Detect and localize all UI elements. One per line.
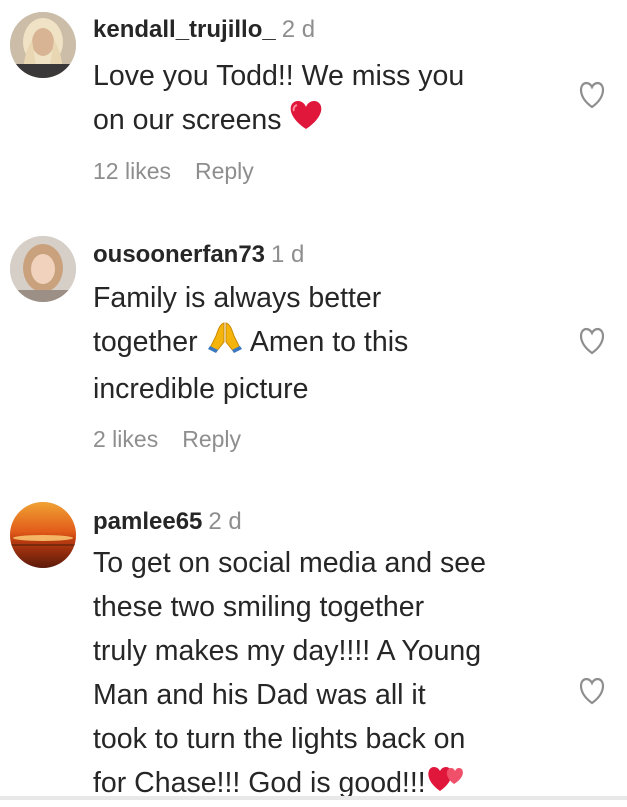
bottom-divider: [0, 796, 627, 800]
comment-header: kendall_trujillo_ 2 d: [93, 16, 315, 44]
comment-line: truly makes my day!!!! A Young: [93, 635, 482, 667]
likes-count[interactable]: 12 likes: [93, 158, 171, 184]
comment-line: Love you Todd!! We miss you: [93, 60, 465, 92]
comment-line: Family is always better: [93, 282, 382, 314]
comment-line: incredible picture: [93, 373, 309, 405]
username[interactable]: kendall_trujillo_: [93, 16, 276, 43]
username[interactable]: pamlee65: [93, 508, 202, 535]
comment-actions: 2 likes Reply: [93, 426, 241, 453]
like-heart-icon[interactable]: [576, 326, 608, 356]
comment-header: pamlee65 2 d: [93, 508, 242, 536]
folded-hands-icon: [206, 320, 244, 367]
comment-line: Man and his Dad was all it: [93, 679, 426, 711]
comment-actions: 12 likes Reply: [93, 158, 254, 185]
comment-line: on our screens: [93, 104, 282, 136]
timestamp[interactable]: 2 d: [208, 508, 241, 535]
username[interactable]: ousoonerfan73: [93, 241, 265, 268]
avatar-photo: [10, 502, 76, 568]
timestamp[interactable]: 2 d: [282, 16, 315, 43]
comment-line: together: [93, 326, 198, 359]
reply-button[interactable]: Reply: [182, 426, 241, 452]
avatar[interactable]: [10, 236, 76, 302]
comment-line-with-emoji: for Chase!!! God is good!!!: [93, 761, 486, 807]
comment-line-with-emoji: together Amen to this: [93, 320, 408, 367]
comment-text: Love you Todd!! We miss you on our scree…: [93, 54, 464, 143]
comment-line: took to turn the lights back on: [93, 723, 466, 755]
avatar-photo: [10, 12, 76, 78]
like-heart-icon[interactable]: [576, 80, 608, 110]
avatar[interactable]: [10, 12, 76, 78]
comment-text: To get on social media and see these two…: [93, 541, 486, 807]
comment-line: these two smiling together: [93, 591, 425, 623]
timestamp[interactable]: 1 d: [271, 241, 304, 268]
comment-line: for Chase!!! God is good!!!: [93, 767, 426, 799]
comment-line: To get on social media and see: [93, 547, 486, 579]
comment-text: Family is always better together Amen to…: [93, 276, 408, 411]
like-heart-icon[interactable]: [576, 676, 608, 706]
comment-line-with-emoji: on our screens: [93, 98, 464, 143]
avatar[interactable]: [10, 502, 76, 568]
likes-count[interactable]: 2 likes: [93, 426, 158, 452]
comment-line: Amen to this: [249, 326, 409, 359]
two-hearts-icon: [426, 762, 466, 807]
avatar-photo: [10, 236, 76, 302]
red-heart-icon: [289, 99, 323, 143]
reply-button[interactable]: Reply: [195, 158, 254, 184]
comment-header: ousoonerfan73 1 d: [93, 241, 304, 269]
